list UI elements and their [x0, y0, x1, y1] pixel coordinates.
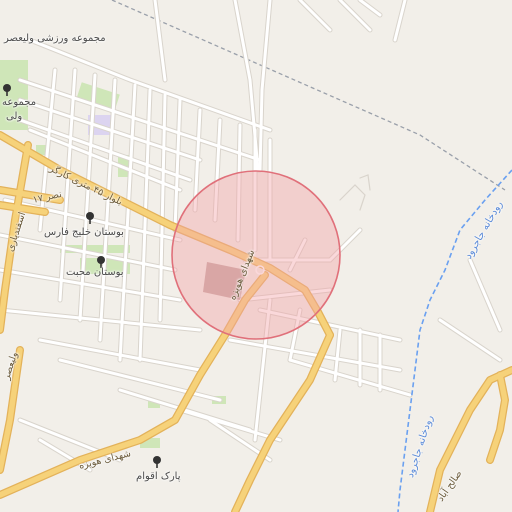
map-view[interactable]: مجموعه ورزشی ولیعصر مجموعه ولی بلوار ۴۵ …	[0, 0, 512, 512]
label-park-mohebbat[interactable]: بوستان محبت	[66, 268, 124, 278]
tree-icon[interactable]	[2, 84, 12, 96]
tree-icon[interactable]	[85, 212, 95, 224]
label-sports-complex-left-1[interactable]: مجموعه	[2, 98, 36, 108]
label-park-aqvam[interactable]: پارک اقوام	[136, 472, 180, 482]
label-sports-complex-left-2[interactable]: ولی	[6, 112, 22, 122]
label-park-khalij-fars[interactable]: بوستان خلیج فارس	[44, 228, 124, 238]
map-canvas	[0, 0, 512, 512]
label-sports-complex[interactable]: مجموعه ورزشی ولیعصر	[4, 34, 106, 44]
tree-icon[interactable]	[152, 456, 162, 468]
